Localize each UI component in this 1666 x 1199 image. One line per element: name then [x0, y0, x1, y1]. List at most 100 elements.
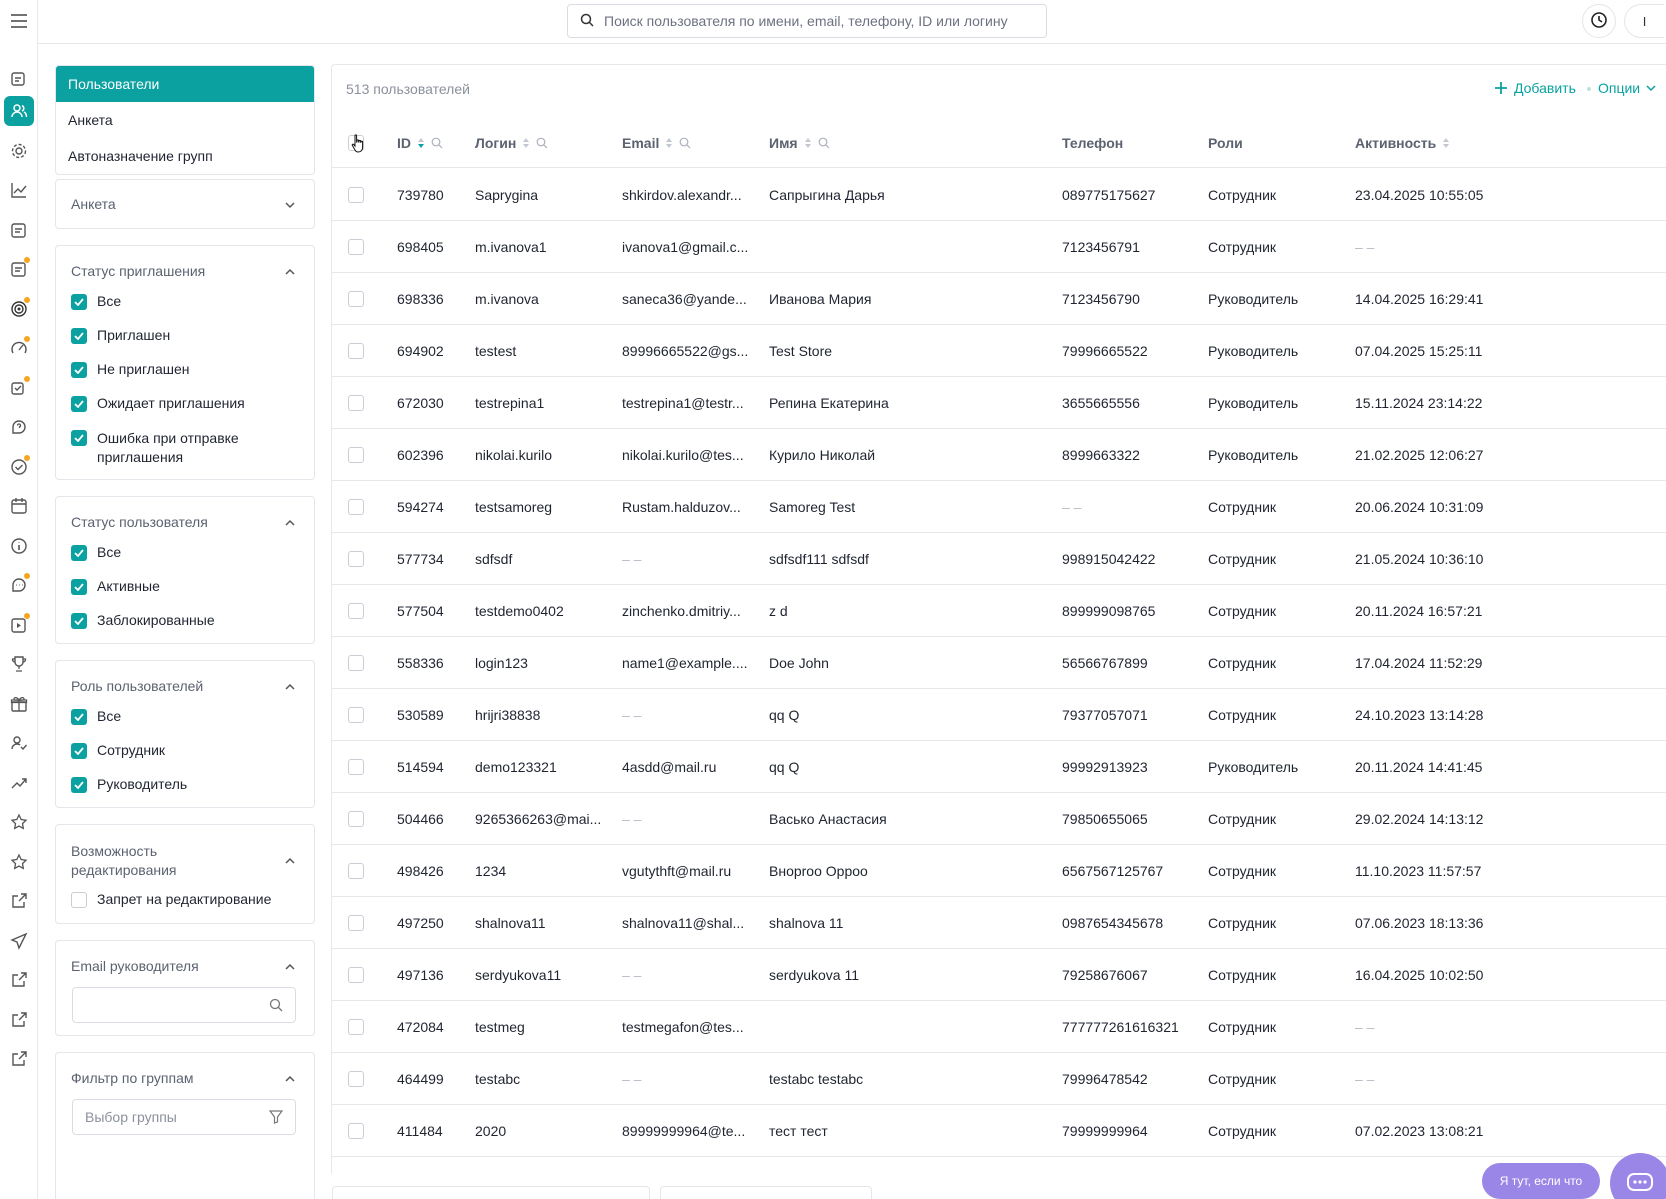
- table-row[interactable]: 698405 m.ivanova1 ivanova1@gmail.c... 71234…: [332, 221, 1666, 273]
- search-input[interactable]: [604, 13, 1024, 29]
- calendar-icon[interactable]: [4, 491, 34, 521]
- checkbox-checked[interactable]: [71, 430, 87, 446]
- col-activity[interactable]: Активность: [1355, 118, 1450, 168]
- group-select-input[interactable]: [85, 1109, 255, 1125]
- external-link-2-icon[interactable]: [4, 965, 34, 995]
- table-row[interactable]: 497136 serdyukova11 – – serdyukova 11 792586…: [332, 949, 1666, 1001]
- tasks-icon[interactable]: [4, 215, 34, 245]
- trend-icon[interactable]: [4, 768, 34, 798]
- row-checkbox[interactable]: [348, 1071, 364, 1087]
- table-row[interactable]: 530589 hrijri38838 – – qq Q 79377057071 Сотру…: [332, 689, 1666, 741]
- sort-icon[interactable]: [522, 137, 530, 149]
- chat-icon[interactable]: [4, 570, 34, 600]
- checkbox-checked[interactable]: [71, 328, 87, 344]
- checkbox-checked[interactable]: [71, 777, 87, 793]
- page-size-select[interactable]: [660, 1186, 872, 1199]
- send-icon[interactable]: [4, 926, 34, 956]
- users-icon[interactable]: [4, 96, 34, 126]
- chevron-up-icon[interactable]: [284, 681, 296, 693]
- status-option-all[interactable]: Все: [71, 544, 291, 578]
- invite-option-invited[interactable]: Приглашен: [71, 327, 291, 361]
- table-row[interactable]: 464499 testabc – – testabc testabc 799964785…: [332, 1053, 1666, 1105]
- checkbox-checked[interactable]: [71, 396, 87, 412]
- table-row[interactable]: 694902 testest 89996665522@gs... Test Store…: [332, 325, 1666, 377]
- settings-icon[interactable]: [4, 136, 34, 166]
- trophy-icon[interactable]: [4, 649, 34, 679]
- external-link-icon[interactable]: [4, 886, 34, 916]
- gift-icon[interactable]: [4, 689, 34, 719]
- user-search[interactable]: [567, 4, 1047, 38]
- row-checkbox[interactable]: [348, 1019, 364, 1035]
- invite-option-not-invited[interactable]: Не приглашен: [71, 361, 291, 395]
- role-option-manager[interactable]: Руководитель: [71, 776, 291, 810]
- search-icon[interactable]: [818, 137, 830, 149]
- checkbox-checked[interactable]: [71, 579, 87, 595]
- table-row[interactable]: 498426 1234 vgutythft@mail.ru Внорroo Орроо…: [332, 845, 1666, 897]
- table-row[interactable]: 602396 nikolai.kurilo nikolai.kurilo@tes..…: [332, 429, 1666, 481]
- table-row[interactable]: 594274 testsamoreg Rustam.halduzov... Samor…: [332, 481, 1666, 533]
- sort-active-icon[interactable]: [417, 137, 425, 149]
- row-checkbox[interactable]: [348, 655, 364, 671]
- row-checkbox[interactable]: [348, 811, 364, 827]
- invite-option-all[interactable]: Все: [71, 293, 291, 327]
- target-icon[interactable]: [4, 294, 34, 324]
- row-checkbox[interactable]: [348, 863, 364, 879]
- col-email[interactable]: Email: [622, 118, 691, 168]
- table-row[interactable]: 698336 m.ivanova saneca36@yande... Иванова …: [332, 273, 1666, 325]
- nav-item-anketa[interactable]: Анкета: [56, 102, 314, 138]
- user-check-icon[interactable]: [4, 728, 34, 758]
- invite-option-error[interactable]: Ошибка при отправке приглашения: [71, 429, 291, 467]
- table-row[interactable]: 672030 testrepina1 testrepina1@testr... Реп…: [332, 377, 1666, 429]
- star-icon[interactable]: [4, 807, 34, 837]
- group-select[interactable]: [72, 1099, 296, 1135]
- status-option-active[interactable]: Активные: [71, 578, 291, 612]
- search-icon[interactable]: [536, 137, 548, 149]
- row-checkbox[interactable]: [348, 447, 364, 463]
- col-name[interactable]: Имя: [769, 118, 830, 168]
- speed-icon[interactable]: [4, 333, 34, 363]
- menu-icon[interactable]: [6, 10, 32, 32]
- manager-email-input[interactable]: [85, 997, 255, 1013]
- checklist-icon[interactable]: [4, 373, 34, 403]
- invite-option-pending[interactable]: Ожидает приглашения: [71, 395, 291, 429]
- external-link-3-icon[interactable]: [4, 1005, 34, 1035]
- chevron-up-icon[interactable]: [284, 266, 296, 278]
- table-row[interactable]: 577734 sdfsdf – – sdfsdf111 sdfsdf 998915042…: [332, 533, 1666, 585]
- nav-item-auto-groups[interactable]: Автоназначение групп: [56, 138, 314, 174]
- chevron-up-icon[interactable]: [284, 517, 296, 529]
- chevron-up-icon[interactable]: [284, 855, 296, 867]
- chevron-up-icon[interactable]: [284, 961, 296, 973]
- table-row[interactable]: 504466 9265366263@mai... – – Васько Анастас…: [332, 793, 1666, 845]
- checkbox-unchecked[interactable]: [71, 892, 87, 908]
- table-row[interactable]: 739780 Saprygina shkirdov.alexandr... Сапры…: [332, 169, 1666, 221]
- row-checkbox[interactable]: [348, 967, 364, 983]
- add-user-button[interactable]: Добавить: [1494, 80, 1576, 96]
- row-checkbox[interactable]: [348, 343, 364, 359]
- row-checkbox[interactable]: [348, 291, 364, 307]
- checkbox-checked[interactable]: [71, 743, 87, 759]
- row-checkbox[interactable]: [348, 915, 364, 931]
- row-checkbox[interactable]: [348, 707, 364, 723]
- sort-icon[interactable]: [804, 137, 812, 149]
- star-outline-icon[interactable]: [4, 847, 34, 877]
- status-option-blocked[interactable]: Заблокированные: [71, 612, 291, 646]
- checkbox-checked[interactable]: [71, 613, 87, 629]
- sort-icon[interactable]: [665, 137, 673, 149]
- col-login[interactable]: Логин: [475, 118, 548, 168]
- manager-email-field[interactable]: [72, 987, 296, 1023]
- help-icon[interactable]: [4, 412, 34, 442]
- table-row[interactable]: 577504 testdemo0402 zinchenko.dmitriy... z …: [332, 585, 1666, 637]
- table-row[interactable]: 558336 login123 name1@example.... Doe John 5…: [332, 637, 1666, 689]
- checkbox-checked[interactable]: [71, 545, 87, 561]
- options-button[interactable]: Опции: [1598, 80, 1656, 96]
- search-icon[interactable]: [431, 137, 443, 149]
- role-option-all[interactable]: Все: [71, 708, 291, 742]
- courses-icon[interactable]: [4, 63, 34, 93]
- table-row[interactable]: 497250 shalnova11 shalnova11@shal... shalno…: [332, 897, 1666, 949]
- row-checkbox[interactable]: [348, 395, 364, 411]
- row-checkbox[interactable]: [348, 759, 364, 775]
- info-icon[interactable]: [4, 531, 34, 561]
- external-link-4-icon[interactable]: [4, 1044, 34, 1074]
- row-checkbox[interactable]: [348, 499, 364, 515]
- docs-icon[interactable]: [4, 254, 34, 284]
